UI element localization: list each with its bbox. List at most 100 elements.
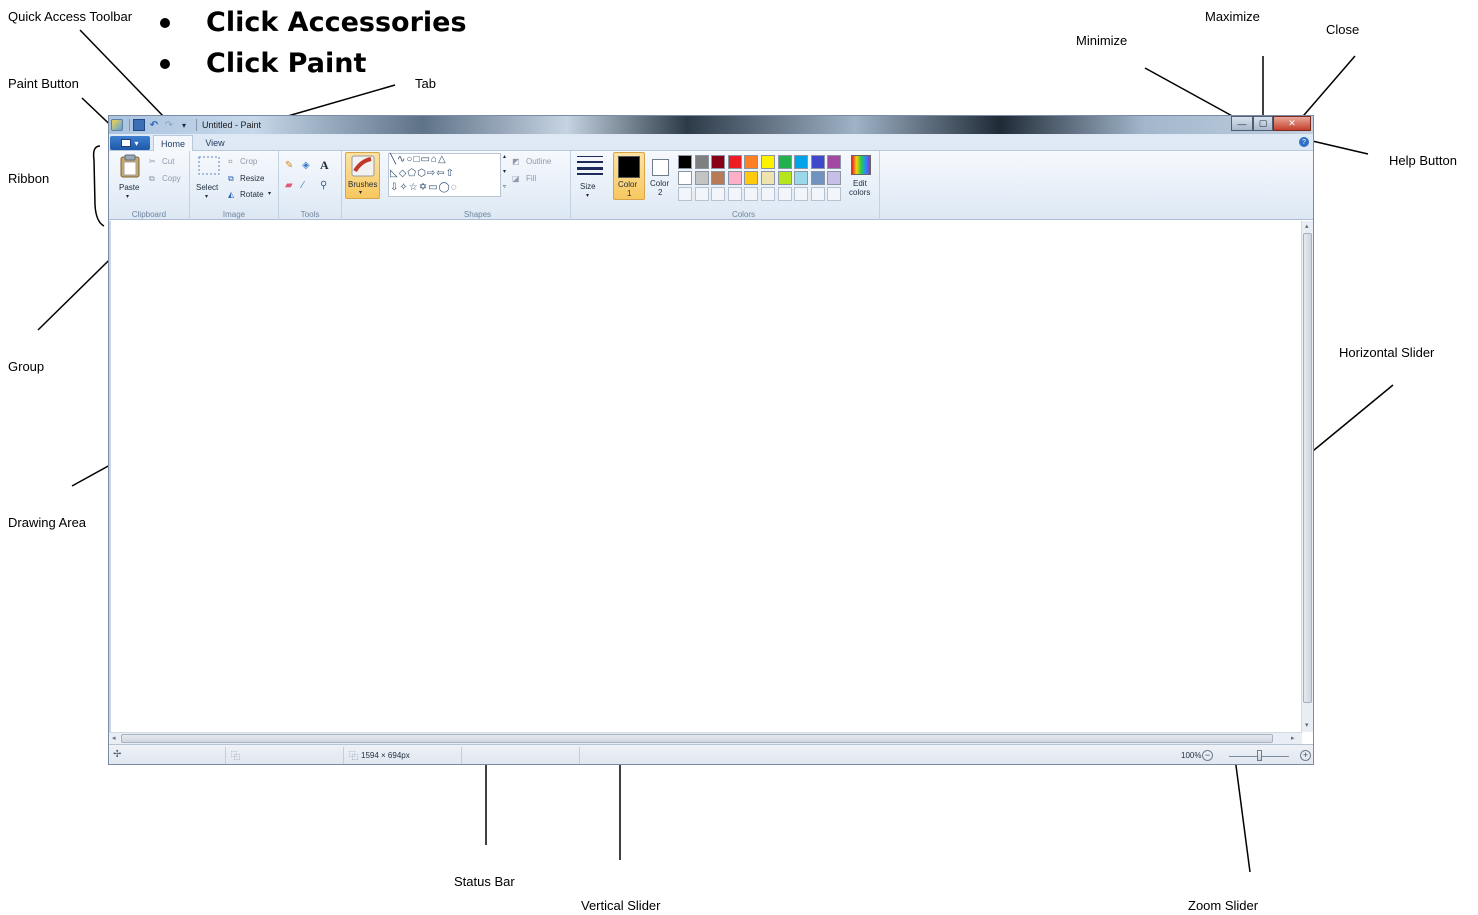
color1-button[interactable]: Color 1 xyxy=(613,152,645,200)
palette-custom-slot[interactable] xyxy=(678,187,692,201)
qat-separator xyxy=(196,119,197,131)
customize-qat-icon[interactable]: ▾ xyxy=(178,119,190,131)
select-button[interactable]: Select xyxy=(196,183,218,192)
fill-icon: ◪ xyxy=(512,174,520,183)
brushes-button[interactable]: Brushes ▾ xyxy=(345,152,380,199)
palette-custom-slot[interactable] xyxy=(744,187,759,201)
palette-custom-slot[interactable] xyxy=(827,187,842,201)
scroll-left-icon[interactable]: ◂ xyxy=(112,734,116,742)
text-tool-icon[interactable]: A xyxy=(320,158,329,173)
edit-colors-label-2: colors xyxy=(849,188,871,197)
fill-button[interactable]: Fill xyxy=(526,174,536,183)
palette-swatch[interactable] xyxy=(827,171,842,185)
select-icon[interactable] xyxy=(197,155,221,177)
crop-button[interactable]: Crop xyxy=(240,157,257,166)
instruction-text: Click Accessories xyxy=(206,7,467,38)
palette-swatch[interactable] xyxy=(694,155,709,169)
redo-icon[interactable]: ↷ xyxy=(163,119,175,131)
palette-swatch[interactable] xyxy=(744,155,759,169)
shapes-scroll-up-icon[interactable]: ▴ xyxy=(503,153,506,160)
palette-custom-slot[interactable] xyxy=(810,187,825,201)
bottom-scrollbar-thumb[interactable] xyxy=(121,734,1273,743)
paint-app-icon[interactable] xyxy=(111,119,123,131)
leader-zoom-slider xyxy=(1234,757,1251,873)
paste-button[interactable]: Paste xyxy=(119,183,139,192)
shapes-more-icon[interactable]: ▿ xyxy=(503,183,506,190)
instruction-text: Click Paint xyxy=(206,48,367,79)
palette-swatch[interactable] xyxy=(678,171,692,185)
palette-custom-slot[interactable] xyxy=(711,187,726,201)
palette-swatch[interactable] xyxy=(678,155,692,169)
cut-button[interactable]: Cut xyxy=(162,157,174,166)
canvas-size-icon: ⿻ xyxy=(349,751,359,761)
help-button[interactable]: ? xyxy=(1299,137,1309,147)
tab-home[interactable]: Home xyxy=(153,135,193,151)
palette-swatch[interactable] xyxy=(727,171,742,185)
palette-swatch[interactable] xyxy=(794,171,809,185)
zoom-out-button[interactable]: − xyxy=(1202,750,1213,761)
paint-button[interactable]: ▾ xyxy=(110,136,150,150)
shapes-gallery[interactable]: ╲∿○□▭⌂△ ◺◇⬠⬡⇨⇦⇧ ⇩✧☆✡▭◯◌ xyxy=(388,153,501,197)
select-dropdown-icon[interactable]: ▾ xyxy=(205,193,208,200)
pencil-icon[interactable]: ✎ xyxy=(285,160,293,171)
outline-button[interactable]: Outline xyxy=(526,157,551,166)
resize-button[interactable]: Resize xyxy=(240,174,264,183)
palette-custom-slot[interactable] xyxy=(761,187,775,201)
edit-colors-button[interactable]: Edit colors xyxy=(844,152,876,200)
rotate-button[interactable]: Rotate xyxy=(240,190,264,199)
palette-swatch[interactable] xyxy=(827,155,842,169)
magnifier-icon[interactable]: ⚲ xyxy=(320,180,327,191)
outline-icon: ◩ xyxy=(512,157,520,166)
palette-custom-slot[interactable] xyxy=(694,187,709,201)
palette-custom-slot[interactable] xyxy=(727,187,742,201)
undo-icon[interactable]: ↶ xyxy=(148,119,160,131)
palette-swatch[interactable] xyxy=(711,155,726,169)
palette-swatch[interactable] xyxy=(777,171,792,185)
size-dropdown-icon[interactable]: ▾ xyxy=(586,192,589,199)
palette-swatch[interactable] xyxy=(777,155,792,169)
group-colors: Color 1 Color 2 Edit colors Colors xyxy=(608,151,880,220)
shapes-scroll-down-icon[interactable]: ▾ xyxy=(503,168,506,175)
palette-swatch[interactable] xyxy=(810,155,825,169)
palette-swatch[interactable] xyxy=(794,155,809,169)
right-scrollbar-thumb[interactable] xyxy=(1303,233,1312,703)
close-button[interactable]: ✕ xyxy=(1273,116,1311,131)
tab-view[interactable]: View xyxy=(199,135,231,151)
copy-button[interactable]: Copy xyxy=(162,174,181,183)
color-picker-icon[interactable]: ⁄ xyxy=(302,180,304,191)
right-scrollbar[interactable]: ▴ ▾ xyxy=(1301,221,1313,732)
palette-custom-slot[interactable] xyxy=(794,187,809,201)
palette-swatch[interactable] xyxy=(727,155,742,169)
palette-swatch[interactable] xyxy=(761,171,775,185)
palette-swatch[interactable] xyxy=(711,171,726,185)
minimize-button[interactable]: — xyxy=(1231,116,1253,131)
palette-swatch[interactable] xyxy=(761,155,775,169)
palette-swatch[interactable] xyxy=(694,171,709,185)
group-size: Size ▾ xyxy=(571,151,608,220)
bottom-scrollbar[interactable]: ◂ ▸ xyxy=(109,732,1302,744)
fill-bucket-icon[interactable]: ◈ xyxy=(302,160,310,171)
paste-dropdown-icon[interactable]: ▾ xyxy=(126,193,129,200)
zoom-in-button[interactable]: + xyxy=(1300,750,1311,761)
scroll-down-icon[interactable]: ▾ xyxy=(1305,721,1309,729)
color2-button[interactable]: Color 2 xyxy=(647,152,675,200)
palette-swatch[interactable] xyxy=(744,171,759,185)
rotate-dropdown-icon[interactable]: ▾ xyxy=(268,190,271,197)
label-close: Close xyxy=(1326,22,1360,37)
brushes-dropdown-icon[interactable]: ▾ xyxy=(359,189,362,196)
maximize-button[interactable]: ▢ xyxy=(1253,116,1273,131)
paste-icon[interactable] xyxy=(119,154,141,178)
shapes-row-3-icons[interactable]: ⇩✧☆✡▭◯◌ xyxy=(390,182,458,193)
save-icon[interactable] xyxy=(133,119,145,131)
scroll-right-icon[interactable]: ▸ xyxy=(1291,734,1295,742)
line-size-icon[interactable] xyxy=(577,155,603,175)
drawing-area[interactable] xyxy=(109,221,1302,732)
palette-swatch[interactable] xyxy=(810,171,825,185)
shapes-row-1-icons[interactable]: ╲∿○□▭⌂△ xyxy=(390,154,447,165)
palette-custom-slot[interactable] xyxy=(777,187,792,201)
size-button[interactable]: Size xyxy=(580,182,596,191)
scroll-up-icon[interactable]: ▴ xyxy=(1305,222,1309,230)
zoom-slider-thumb[interactable] xyxy=(1257,750,1262,761)
eraser-icon[interactable]: ▰ xyxy=(285,180,293,191)
shapes-row-2-icons[interactable]: ◺◇⬠⬡⇨⇦⇧ xyxy=(390,168,455,179)
